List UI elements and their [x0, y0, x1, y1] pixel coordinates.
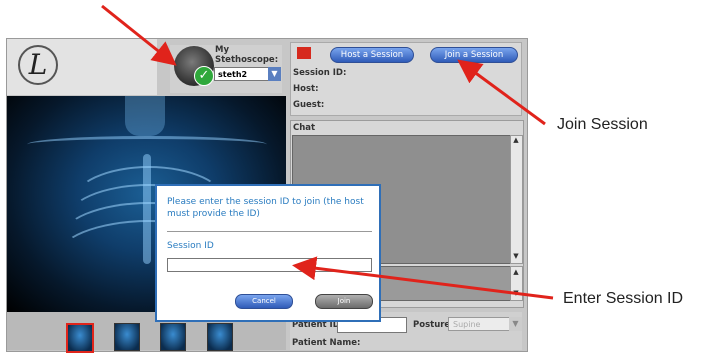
annotation-join-session: Join Session [557, 116, 648, 133]
annotation-enter-session-id: Enter Session ID [563, 290, 684, 307]
arrow-join-session [457, 59, 546, 126]
arrow-enter-session-id [292, 256, 554, 300]
arrow-stethoscope [101, 4, 177, 66]
